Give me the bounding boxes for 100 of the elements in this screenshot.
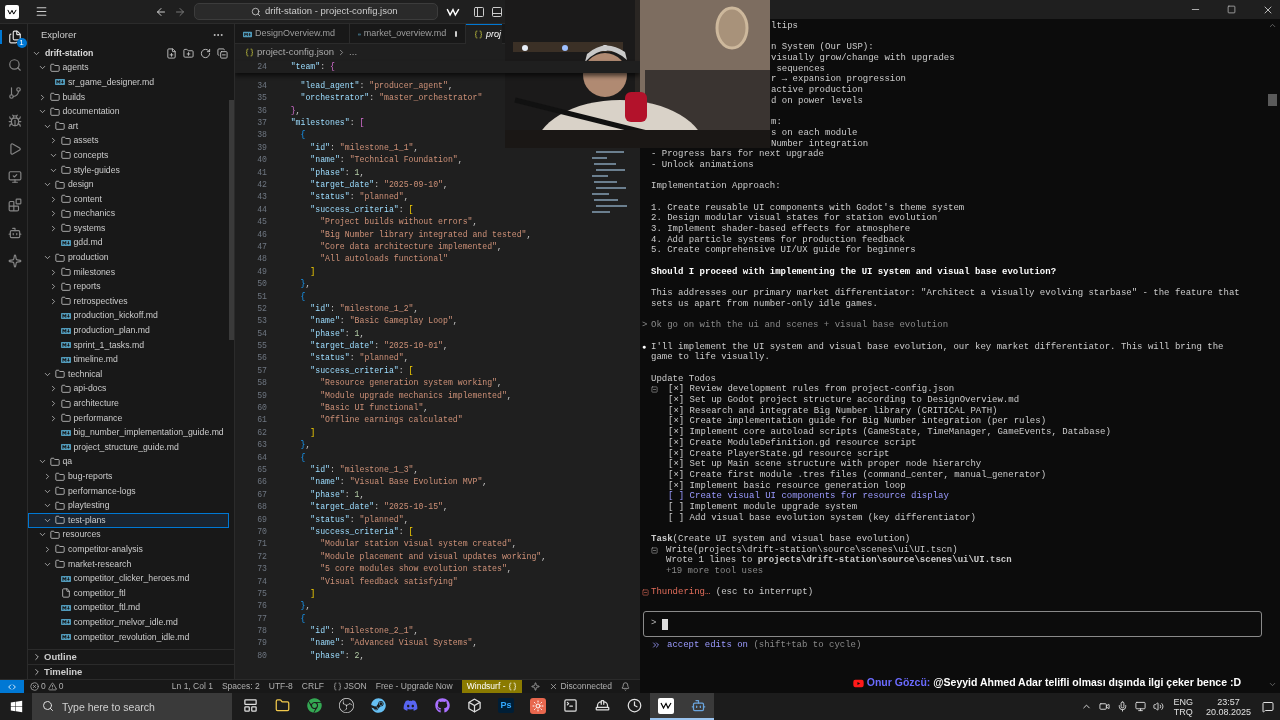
refresh-icon[interactable] (200, 47, 211, 59)
status-item[interactable]: Spaces: 2 (221, 680, 260, 693)
panel-bottom-icon[interactable] (491, 5, 503, 18)
app-tile[interactable]: Ps (498, 698, 514, 713)
steam-icon[interactable] (370, 698, 386, 713)
editor-tab[interactable]: proj (466, 24, 502, 44)
scroll-up-icon[interactable] (1268, 21, 1277, 30)
browser-icon[interactable] (306, 698, 322, 713)
menu-icon[interactable] (35, 5, 48, 18)
mic-icon[interactable] (1117, 701, 1129, 712)
network-icon[interactable] (1135, 701, 1147, 712)
play-icon[interactable] (7, 142, 22, 156)
tree-item[interactable]: sprint_1_tasks.md (28, 337, 229, 353)
tree-item[interactable]: performance-logs (28, 483, 229, 499)
maximize-icon[interactable] (1227, 5, 1236, 14)
status-item[interactable]: CRLF (301, 680, 325, 693)
clock[interactable]: 23:57 20.08.2025 (1201, 696, 1255, 717)
tree-item[interactable]: mechanics (28, 206, 229, 222)
sparkle-icon[interactable] (7, 254, 22, 268)
tree-item[interactable]: performance (28, 410, 229, 426)
tree-item[interactable]: bug-reports (28, 469, 229, 484)
monitor-icon[interactable] (7, 170, 22, 184)
status-item[interactable]: Ln 1, Col 1 (171, 680, 213, 693)
tree-item[interactable]: retrospectives (28, 294, 229, 309)
breadcrumb-item[interactable]: project-config.json (257, 45, 335, 60)
tree-item[interactable]: big_number_implementation_guide.md (28, 425, 229, 441)
start-icon[interactable] (9, 700, 23, 713)
tree-item[interactable]: playtesting (28, 498, 229, 513)
status-item[interactable]: Free - Upgrade Now (375, 680, 453, 693)
burst-icon[interactable] (530, 697, 546, 714)
robot-icon[interactable] (7, 226, 22, 240)
search-field[interactable]: Type here to search (32, 693, 232, 720)
wave-logo-icon[interactable] (7, 7, 17, 16)
tree-item[interactable]: sr_game_designer.md (28, 75, 229, 90)
tree-item[interactable]: competitor_ftl (28, 585, 229, 601)
tree-item[interactable]: architecture (28, 396, 229, 411)
bell-icon[interactable] (621, 682, 630, 691)
cube-icon[interactable] (466, 698, 482, 713)
status-item[interactable]: UTF-8 (268, 680, 293, 693)
tree-item[interactable]: test-plans (28, 513, 229, 528)
tree-item[interactable]: production_kickoff.md (28, 308, 229, 324)
camera-icon[interactable] (1099, 701, 1111, 712)
record-icon[interactable] (338, 698, 354, 713)
scroll-down-icon[interactable] (1268, 680, 1277, 689)
breadcrumb-item[interactable]: ... (349, 45, 358, 60)
tree-item[interactable]: documentation (28, 104, 229, 119)
back-icon[interactable] (155, 5, 167, 18)
tree-item[interactable]: milestones (28, 264, 229, 280)
scrollbar-thumb[interactable] (1268, 94, 1277, 106)
notification-icon[interactable] (1262, 700, 1274, 713)
editor-tab[interactable]: DesignOverview.md (235, 24, 350, 44)
folder-icon[interactable] (274, 698, 290, 713)
robot-icon[interactable] (690, 698, 706, 713)
tree-item[interactable]: content (28, 191, 229, 207)
files-icon[interactable] (7, 30, 22, 44)
new-file-icon[interactable] (166, 47, 177, 59)
cat-icon[interactable] (434, 698, 450, 713)
helmet-icon[interactable] (594, 698, 610, 713)
status-item[interactable]: JSON (333, 680, 367, 693)
tree-item[interactable]: competitor_clicker_heroes.md (28, 571, 229, 586)
app-tile[interactable] (658, 697, 674, 714)
status-item[interactable]: Disconnected (549, 680, 612, 693)
panel-left-icon[interactable] (473, 5, 485, 18)
tree-item[interactable]: production_plan.md (28, 323, 229, 338)
scrollbar-thumb[interactable] (229, 100, 234, 340)
tree-item[interactable]: project_structure_guide.md (28, 440, 229, 455)
tree-item[interactable]: competitor_ftl.md (28, 600, 229, 616)
volume-icon[interactable] (1153, 701, 1165, 712)
tree-item[interactable]: api-docs (28, 381, 229, 397)
prompt-input[interactable]: > (643, 611, 1262, 638)
tree-item[interactable]: concepts (28, 148, 229, 163)
language-indicator[interactable]: ENG TRQ (1171, 696, 1195, 717)
bug-icon[interactable] (7, 114, 22, 128)
tree-item[interactable]: resources (28, 527, 229, 543)
clock-icon[interactable] (626, 698, 642, 713)
section-header[interactable]: Outline (28, 649, 234, 664)
error-count[interactable]: 0 (41, 680, 46, 693)
task-view-icon[interactable] (242, 698, 258, 713)
command-center[interactable]: drift-station - project-config.json (194, 3, 438, 20)
tree-item[interactable]: timeline.md (28, 352, 229, 368)
tree-item[interactable]: gdd.md (28, 235, 229, 251)
tree-item[interactable]: drift-station (28, 46, 229, 61)
controller-icon[interactable] (402, 698, 418, 713)
tree-item[interactable]: design (28, 177, 229, 192)
tree-item[interactable]: agents (28, 60, 229, 76)
tree-item[interactable]: production (28, 250, 229, 265)
new-folder-icon[interactable] (183, 47, 194, 59)
tree-item[interactable]: competitor_revolution_idle.md (28, 629, 229, 645)
tree-item[interactable]: assets (28, 133, 229, 149)
tree-item[interactable]: art (28, 118, 229, 134)
tree-item[interactable]: market-research (28, 556, 229, 572)
tree-item[interactable]: reports (28, 279, 229, 295)
tree-item[interactable]: competitor-analysis (28, 542, 229, 557)
tree-item[interactable]: style-guides (28, 162, 229, 178)
tree-item[interactable]: systems (28, 221, 229, 236)
terminal-icon[interactable] (562, 698, 578, 713)
blocks-icon[interactable] (7, 198, 22, 212)
sparkle-icon[interactable] (531, 682, 541, 691)
tree-item[interactable]: competitor_melvor_idle.md (28, 615, 229, 630)
tree-item[interactable]: builds (28, 89, 229, 105)
